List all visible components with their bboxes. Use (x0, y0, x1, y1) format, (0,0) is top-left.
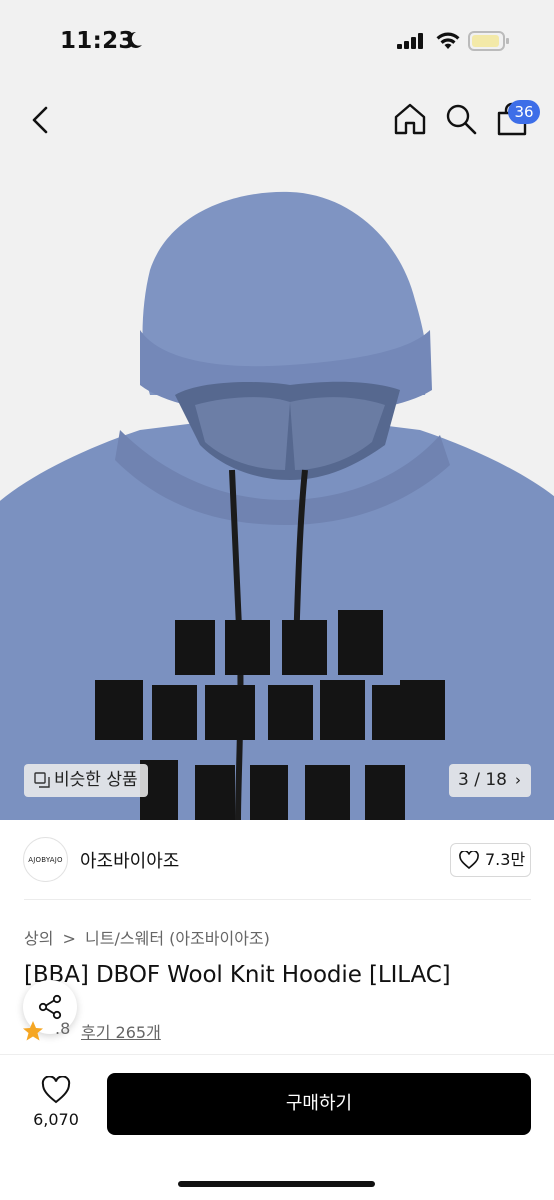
cart-count-badge: 36 (508, 100, 540, 124)
divider (24, 899, 531, 900)
wishlist-count: 6,070 (33, 1110, 79, 1129)
brand-like-button[interactable]: 7.3만 (450, 843, 531, 877)
status-bar: 11:23 (0, 0, 554, 86)
battery-icon (468, 31, 509, 51)
brand-name[interactable]: 아조바이아조 (80, 847, 179, 873)
rating-value: .8 (55, 1019, 71, 1038)
chevron-right-icon: › (515, 771, 521, 789)
breadcrumb: 상의 > 니트/스웨터 (아조바이아조) (24, 925, 274, 949)
similar-products-label: 비슷한 상품 (54, 770, 138, 790)
moon-icon (127, 31, 142, 48)
heart-icon (459, 851, 479, 869)
star-icon (23, 1021, 43, 1041)
brand-like-count: 7.3만 (485, 850, 526, 869)
breadcrumb-category[interactable]: 상의 (24, 929, 53, 948)
breadcrumb-subcategory[interactable]: 니트/스웨터 (아조바이아조) (85, 929, 270, 948)
product-image-area[interactable]: 11:23 36 비슷한 상품 3 / 18 › (0, 0, 554, 820)
breadcrumb-separator: > (62, 929, 76, 948)
wishlist-heart-icon[interactable] (41, 1076, 71, 1104)
product-title: [BBA] DBOF Wool Knit Hoodie [LILAC] (24, 962, 451, 988)
share-icon (38, 994, 62, 1020)
wifi-icon (436, 32, 460, 49)
page-indicator-text: 3 / 18 (458, 770, 507, 790)
home-indicator (178, 1181, 375, 1187)
review-link[interactable]: 후기 265개 (81, 1019, 161, 1043)
buy-button[interactable]: 구매하기 (107, 1073, 531, 1135)
bottom-bar-divider (0, 1054, 554, 1055)
image-page-indicator[interactable]: 3 / 18 › (449, 764, 531, 797)
similar-products-button[interactable]: 비슷한 상품 (24, 764, 148, 797)
similar-items-icon (34, 772, 50, 788)
home-icon[interactable] (392, 101, 428, 137)
back-icon[interactable] (24, 102, 58, 138)
product-photo[interactable] (0, 180, 554, 820)
brand-logo[interactable]: AJOBYAJO (23, 837, 68, 882)
search-icon[interactable] (444, 102, 478, 136)
cellular-signal-icon (397, 33, 423, 49)
